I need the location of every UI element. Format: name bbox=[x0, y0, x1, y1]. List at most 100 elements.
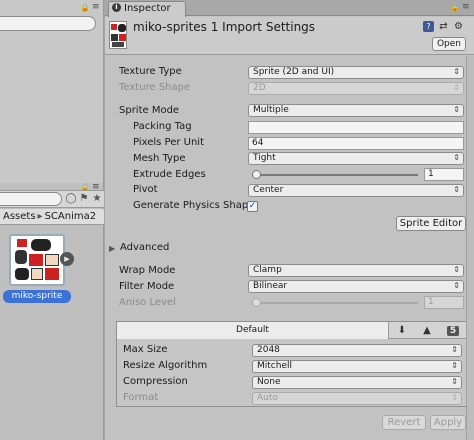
compression-label: Compression bbox=[123, 376, 188, 387]
sprite-thumb-art bbox=[17, 239, 27, 247]
sprite-mode-label: Sprite Mode bbox=[119, 105, 180, 116]
inspector-lock-icon[interactable]: 🔒 bbox=[450, 3, 460, 12]
extrude-edges-slider-handle[interactable] bbox=[252, 170, 261, 179]
max-size-dropdown[interactable]: 2048 ⇕ bbox=[252, 344, 462, 357]
dropdown-arrow-icon: ⇕ bbox=[451, 393, 458, 402]
wrap-mode-dropdown[interactable]: Clamp ⇕ bbox=[248, 264, 464, 277]
format-dropdown: Auto ⇕ bbox=[252, 392, 462, 405]
extrude-edges-label: Extrude Edges bbox=[133, 169, 206, 180]
preset-icon[interactable]: ⇄ bbox=[438, 21, 449, 32]
resize-algorithm-value: Mitchell bbox=[257, 361, 292, 371]
info-icon: i bbox=[112, 3, 121, 12]
format-value: Auto bbox=[257, 393, 278, 403]
pivot-dropdown[interactable]: Center ⇕ bbox=[248, 184, 464, 197]
resize-algorithm-label: Resize Algorithm bbox=[123, 360, 208, 371]
wrap-mode-value: Clamp bbox=[253, 265, 282, 275]
play-icon[interactable]: ▶ bbox=[60, 252, 74, 266]
filter-mode-dropdown[interactable]: Bilinear ⇕ bbox=[248, 280, 464, 293]
breadcrumb: Assets ▸ SCAnima2 bbox=[0, 209, 104, 225]
aniso-level-label: Aniso Level bbox=[119, 297, 176, 308]
filter-mode-label: Filter Mode bbox=[119, 281, 175, 292]
search-by-type-icon[interactable]: ◯ bbox=[64, 192, 78, 206]
star-icon[interactable]: ★ bbox=[90, 192, 104, 206]
sprite-thumb-art bbox=[112, 42, 124, 47]
pixels-per-unit-input[interactable]: 64 bbox=[248, 137, 464, 150]
android-icon[interactable]: ▲ bbox=[416, 323, 438, 338]
lock-icon[interactable]: 🔒 bbox=[80, 3, 90, 12]
filter-mode-value: Bilinear bbox=[253, 281, 288, 291]
hierarchy-search-input[interactable] bbox=[0, 16, 96, 31]
dropdown-arrow-icon: ⇕ bbox=[451, 361, 458, 370]
extrude-edges-input[interactable]: 1 bbox=[424, 168, 464, 181]
open-button[interactable]: Open bbox=[432, 37, 466, 51]
breadcrumb-separator-icon: ▸ bbox=[37, 211, 43, 222]
asset-thumbnail[interactable] bbox=[9, 234, 65, 286]
dropdown-arrow-icon: ⇕ bbox=[453, 265, 460, 274]
mesh-type-dropdown[interactable]: Tight ⇕ bbox=[248, 152, 464, 165]
max-size-value: 2048 bbox=[257, 345, 280, 355]
dropdown-arrow-icon: ⇕ bbox=[453, 67, 460, 76]
max-size-label: Max Size bbox=[123, 344, 168, 355]
menu-icon[interactable]: ≡ bbox=[92, 2, 100, 12]
sprite-thumb-art bbox=[15, 250, 27, 264]
sprite-thumb-art bbox=[45, 254, 59, 266]
compression-dropdown[interactable]: None ⇕ bbox=[252, 376, 462, 389]
help-icon[interactable]: ? bbox=[423, 21, 434, 32]
format-label: Format bbox=[123, 392, 159, 403]
texture-shape-value: 2D bbox=[253, 83, 266, 93]
breadcrumb-assets[interactable]: Assets bbox=[3, 211, 36, 222]
aniso-level-slider-handle bbox=[252, 298, 261, 307]
download-icon[interactable]: ⬇ bbox=[391, 323, 413, 338]
sprite-editor-button[interactable]: Sprite Editor bbox=[396, 216, 466, 231]
compression-value: None bbox=[257, 377, 281, 387]
packing-tag-input[interactable] bbox=[248, 121, 464, 134]
asset-label[interactable]: miko-sprite bbox=[3, 290, 71, 303]
html5-icon[interactable]: 5 bbox=[442, 323, 464, 338]
texture-shape-label: Texture Shape bbox=[119, 82, 191, 93]
resize-algorithm-dropdown[interactable]: Mitchell ⇕ bbox=[252, 360, 462, 373]
texture-type-label: Texture Type bbox=[119, 66, 182, 77]
dropdown-arrow-icon: ⇕ bbox=[451, 345, 458, 354]
pivot-label: Pivot bbox=[133, 184, 158, 195]
dropdown-arrow-icon: ⇕ bbox=[453, 83, 460, 92]
sprite-thumb-art bbox=[15, 268, 29, 280]
project-search-input[interactable] bbox=[0, 192, 62, 206]
pixels-per-unit-label: Pixels Per Unit bbox=[133, 137, 204, 148]
texture-shape-dropdown: 2D ⇕ bbox=[248, 82, 464, 95]
page-title: miko-sprites 1 Import Settings bbox=[133, 20, 316, 34]
tag-icon[interactable]: ⚑ bbox=[77, 192, 91, 206]
tab-default-platform[interactable]: Default bbox=[117, 322, 389, 339]
aniso-level-slider-track bbox=[252, 302, 418, 304]
dropdown-arrow-icon: ⇕ bbox=[451, 377, 458, 386]
revert-button[interactable]: Revert bbox=[382, 415, 426, 430]
inspector-scrollbar[interactable] bbox=[466, 56, 474, 440]
generate-physics-checkbox[interactable]: ✓ bbox=[247, 201, 258, 212]
mesh-type-label: Mesh Type bbox=[133, 153, 186, 164]
sprite-thumb-art bbox=[31, 239, 51, 251]
apply-button[interactable]: Apply bbox=[430, 415, 466, 430]
breadcrumb-folder[interactable]: SCAnima2 bbox=[45, 211, 97, 222]
extrude-edges-slider-track[interactable] bbox=[252, 174, 418, 176]
texture-type-dropdown[interactable]: Sprite (2D and UI) ⇕ bbox=[248, 66, 464, 79]
generate-physics-label: Generate Physics Shap bbox=[133, 200, 247, 211]
aniso-level-input: 1 bbox=[424, 296, 464, 309]
sprite-mode-dropdown[interactable]: Multiple ⇕ bbox=[248, 104, 464, 117]
settings-gear-icon[interactable]: ⚙ bbox=[453, 21, 464, 32]
sprite-thumb-art bbox=[45, 268, 59, 280]
dropdown-arrow-icon: ⇕ bbox=[453, 153, 460, 162]
sprite-thumb-art bbox=[31, 268, 43, 280]
advanced-foldout-arrow-icon[interactable]: ▶ bbox=[109, 244, 115, 253]
html5-glyph: 5 bbox=[446, 326, 460, 336]
dropdown-arrow-icon: ⇕ bbox=[453, 185, 460, 194]
sprite-mode-value: Multiple bbox=[253, 105, 289, 115]
pivot-value: Center bbox=[253, 185, 284, 195]
sprite-thumb-art bbox=[119, 34, 126, 41]
wrap-mode-label: Wrap Mode bbox=[119, 265, 176, 276]
sprite-thumb-art bbox=[111, 34, 118, 41]
sprite-thumb-art bbox=[29, 254, 43, 266]
sprite-thumb-art bbox=[118, 24, 126, 32]
asset-preview-thumbnail bbox=[109, 21, 127, 49]
advanced-foldout-label[interactable]: Advanced bbox=[120, 241, 169, 255]
inspector-menu-icon[interactable]: ≡ bbox=[462, 2, 470, 12]
texture-type-value: Sprite (2D and UI) bbox=[253, 67, 335, 77]
